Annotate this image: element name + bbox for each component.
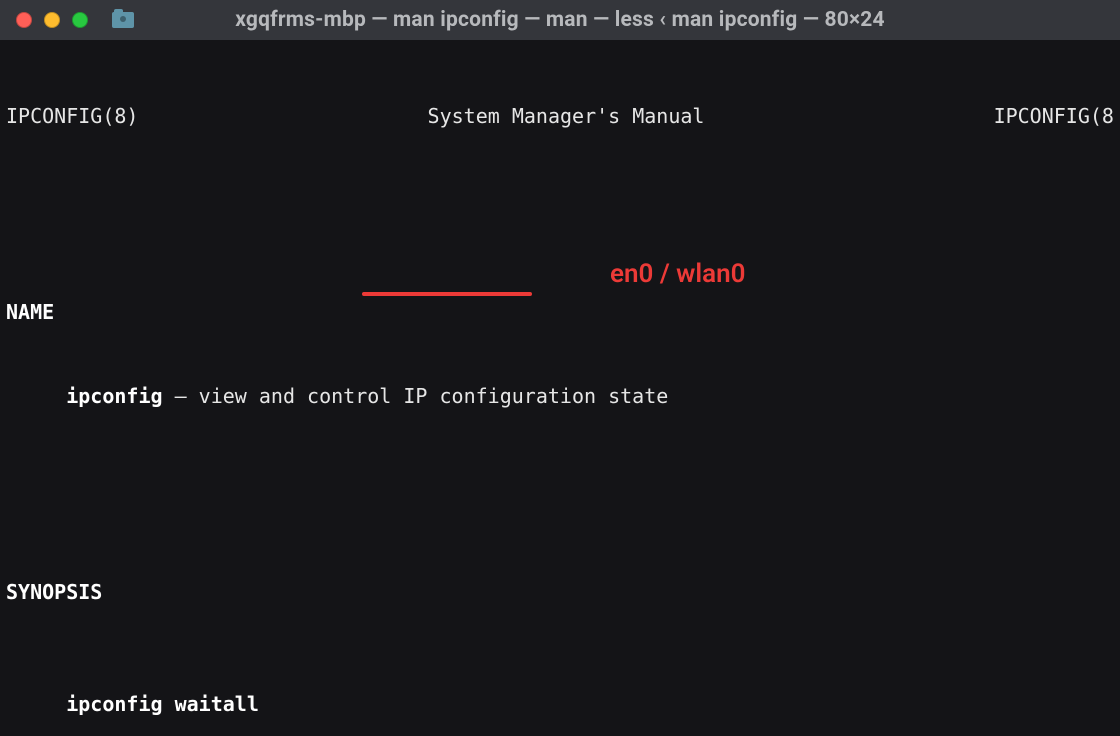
annotation-text: en0 / wlan0 bbox=[610, 260, 745, 288]
manpage-header: IPCONFIG(8) System Manager's Manual IPCO… bbox=[0, 102, 1120, 130]
close-icon[interactable] bbox=[16, 12, 32, 28]
man-header-right: IPCONFIG(8 bbox=[994, 102, 1114, 130]
minimize-icon[interactable] bbox=[44, 12, 60, 28]
man-header-left: IPCONFIG(8) bbox=[6, 102, 138, 130]
titlebar[interactable]: xgqfrms-mbp — man ipconfig — man — less … bbox=[0, 0, 1120, 40]
traffic-lights bbox=[0, 12, 134, 28]
terminal-viewport[interactable]: IPCONFIG(8) System Manager's Manual IPCO… bbox=[0, 40, 1120, 736]
synopsis-line: ipconfig waitall bbox=[0, 690, 1120, 718]
section-synopsis: SYNOPSIS bbox=[0, 578, 1120, 606]
window-title: xgqfrms-mbp — man ipconfig — man — less … bbox=[0, 8, 1120, 32]
folder-icon bbox=[112, 12, 134, 28]
man-header-center: System Manager's Manual bbox=[428, 102, 705, 130]
terminal-window: xgqfrms-mbp — man ipconfig — man — less … bbox=[0, 0, 1120, 736]
blank-line bbox=[0, 186, 1120, 214]
zoom-icon[interactable] bbox=[72, 12, 88, 28]
name-line: ipconfig – view and control IP configura… bbox=[0, 382, 1120, 410]
annotation-underline-icon bbox=[362, 292, 532, 296]
blank-line bbox=[0, 466, 1120, 494]
section-name: NAME bbox=[0, 298, 1120, 326]
